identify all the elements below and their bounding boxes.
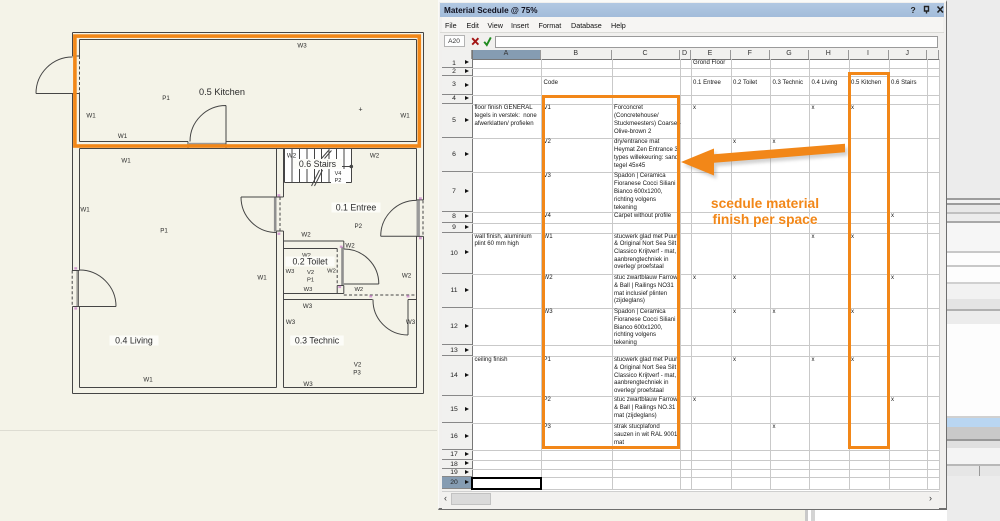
svg-text:W1: W1	[143, 377, 153, 384]
svg-text:W2: W2	[287, 152, 297, 159]
svg-text:P3: P3	[353, 369, 361, 376]
svg-text:P1: P1	[160, 228, 168, 235]
svg-text:W1: W1	[80, 207, 90, 214]
svg-text:W2: W2	[402, 272, 412, 279]
svg-text:W1: W1	[86, 112, 96, 119]
svg-text:V2: V2	[307, 270, 314, 276]
svg-text:0.3 Technic: 0.3 Technic	[295, 336, 340, 346]
svg-text:P2: P2	[335, 178, 342, 184]
svg-text:W2: W2	[301, 232, 311, 239]
svg-text:V4: V4	[335, 171, 342, 177]
svg-text:W3: W3	[286, 269, 295, 275]
svg-text:W3: W3	[303, 303, 313, 310]
svg-text:0.6 Stairs: 0.6 Stairs	[299, 159, 337, 169]
svg-text:P1: P1	[162, 95, 170, 102]
svg-text:0.5 Kitchen: 0.5 Kitchen	[199, 87, 245, 97]
svg-text:W3: W3	[303, 381, 313, 388]
svg-text:W1: W1	[257, 274, 267, 281]
svg-text:W2: W2	[345, 243, 355, 250]
svg-text:W2: W2	[327, 269, 336, 275]
svg-text:W1: W1	[121, 158, 131, 165]
svg-text:0.4 Living: 0.4 Living	[115, 336, 153, 346]
svg-text:W1: W1	[118, 133, 128, 140]
svg-text:0.1 Entree: 0.1 Entree	[336, 203, 377, 213]
svg-text:W3: W3	[286, 319, 296, 326]
svg-text:W3: W3	[406, 319, 416, 326]
svg-text:+: +	[358, 107, 362, 114]
svg-text:V2: V2	[354, 361, 362, 368]
svg-text:W2: W2	[370, 152, 380, 159]
svg-text:W3: W3	[297, 43, 307, 50]
svg-text:P2: P2	[355, 223, 363, 230]
svg-text:P1: P1	[307, 277, 314, 283]
svg-text:0.2 Toilet: 0.2 Toilet	[292, 257, 328, 267]
svg-text:W1: W1	[400, 112, 410, 119]
svg-text:W3: W3	[304, 287, 313, 293]
svg-text:W2: W2	[354, 287, 363, 293]
